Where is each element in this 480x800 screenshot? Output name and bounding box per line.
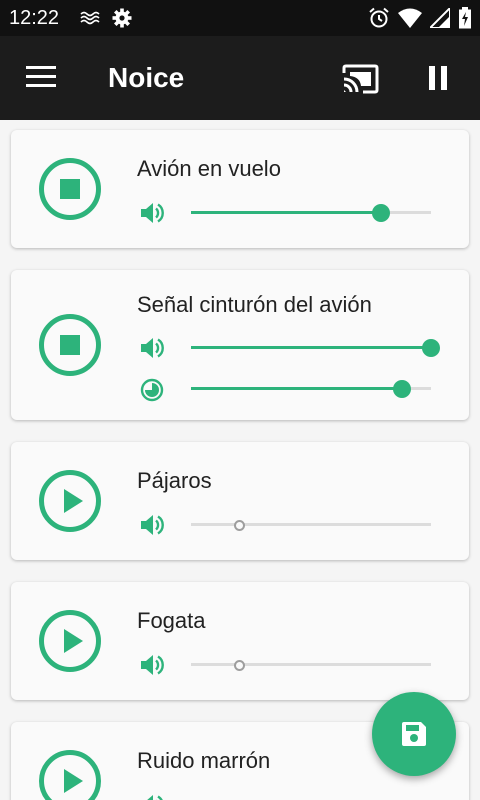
- volume-slider[interactable]: [191, 653, 431, 677]
- gear-icon: [112, 8, 132, 33]
- volume-slider[interactable]: [191, 513, 431, 537]
- slider-thumb[interactable]: [422, 339, 440, 357]
- signal-icon: [427, 5, 451, 33]
- time-period-icon: [139, 377, 165, 408]
- pause-icon[interactable]: [428, 66, 448, 95]
- volume-slider[interactable]: [191, 336, 440, 360]
- sound-card: Señal cinturón del avión: [11, 270, 469, 420]
- time-period-slider[interactable]: [191, 377, 431, 401]
- play-icon: [64, 769, 83, 793]
- stop-icon: [60, 335, 80, 355]
- battery-icon: [458, 7, 472, 34]
- volume-icon: [139, 792, 165, 800]
- alarm-icon: [368, 7, 390, 34]
- volume-slider[interactable]: [191, 793, 431, 800]
- volume-icon: [139, 512, 165, 543]
- sound-name: Señal cinturón del avión: [137, 292, 372, 317]
- volume-icon: [139, 335, 165, 366]
- sound-name: Pájaros: [137, 468, 212, 493]
- wifi-icon: [398, 8, 422, 33]
- sound-card: Fogata: [11, 582, 469, 700]
- save-preset-button[interactable]: [372, 692, 456, 776]
- save-icon: [402, 722, 426, 746]
- waveform-icon: [80, 8, 102, 33]
- sound-name: Ruido marrón: [137, 748, 271, 773]
- stop-button[interactable]: [39, 314, 101, 376]
- volume-icon: [139, 200, 165, 231]
- slider-thumb[interactable]: [233, 660, 245, 671]
- slider-thumb[interactable]: [371, 204, 390, 222]
- sound-card: Avión en vuelo: [11, 130, 469, 248]
- volume-icon: [139, 652, 165, 683]
- play-icon: [64, 629, 83, 653]
- play-button[interactable]: [39, 470, 101, 532]
- status-time: 12:22: [9, 7, 60, 29]
- slider-thumb[interactable]: [233, 520, 245, 531]
- sound-name: Fogata: [137, 608, 206, 633]
- play-button[interactable]: [39, 750, 101, 800]
- volume-slider[interactable]: [191, 201, 431, 225]
- sound-name: Avión en vuelo: [137, 156, 281, 181]
- app-title: Noice: [108, 62, 185, 93]
- cast-icon[interactable]: [341, 64, 379, 99]
- stop-button[interactable]: [39, 158, 101, 220]
- stop-icon: [60, 179, 80, 199]
- app-bar: Noice: [0, 36, 480, 120]
- status-bar: 12:22: [0, 0, 480, 36]
- sound-card: Pájaros: [11, 442, 469, 560]
- menu-icon[interactable]: [26, 66, 56, 93]
- slider-thumb[interactable]: [393, 380, 412, 398]
- play-button[interactable]: [39, 610, 101, 672]
- play-icon: [64, 489, 83, 513]
